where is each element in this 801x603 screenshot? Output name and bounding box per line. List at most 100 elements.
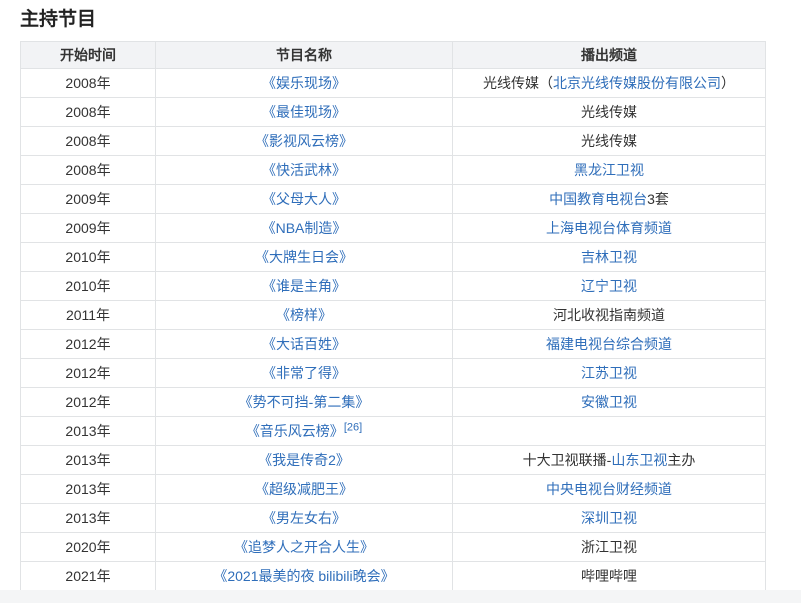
year-cell: 2010年: [21, 272, 156, 301]
program-cell: 《男左女右》: [156, 504, 453, 533]
channel-cell: 上海电视台体育频道: [453, 214, 766, 243]
column-header-start-time: 开始时间: [21, 42, 156, 69]
program-link[interactable]: 《音乐风云榜》: [246, 423, 344, 439]
channel-link[interactable]: 吉林卫视: [581, 249, 637, 265]
year-cell: 2013年: [21, 475, 156, 504]
program-cell: 《榜样》: [156, 301, 453, 330]
table-row: 2011年《榜样》河北收视指南频道: [21, 301, 766, 330]
program-cell: 《谁是主角》: [156, 272, 453, 301]
channel-link[interactable]: 中国教育电视台: [549, 191, 647, 207]
program-link[interactable]: 《NBA制造》: [262, 220, 347, 236]
channel-cell: 中国教育电视台3套: [453, 185, 766, 214]
table-row: 2009年《父母大人》中国教育电视台3套: [21, 185, 766, 214]
program-link[interactable]: 《快活武林》: [262, 162, 346, 178]
program-link[interactable]: 《追梦人之开合人生》: [234, 539, 374, 555]
channel-link[interactable]: 辽宁卫视: [581, 278, 637, 294]
channel-link[interactable]: 福建电视台综合频道: [546, 336, 672, 352]
year-cell: 2013年: [21, 417, 156, 446]
year-cell: 2008年: [21, 98, 156, 127]
program-cell: 《2021最美的夜 bilibili晚会》: [156, 562, 453, 591]
channel-cell: 黑龙江卫视: [453, 156, 766, 185]
program-cell: 《父母大人》: [156, 185, 453, 214]
channel-text: 光线传媒: [581, 104, 637, 120]
program-link[interactable]: [26]: [344, 421, 362, 433]
channel-link[interactable]: 深圳卫视: [581, 510, 637, 526]
program-cell: 《快活武林》: [156, 156, 453, 185]
program-link[interactable]: 《超级减肥王》: [255, 481, 353, 497]
table-row: 2012年 《大话百姓》 福建电视台综合频道: [21, 330, 766, 359]
content-area: 主持节目 开始时间 节目名称 播出频道 2008年 《娱乐现场》 光线传媒（北京光线…: [0, 9, 801, 591]
channel-cell: 深圳卫视: [453, 504, 766, 533]
channel-cell: 吉林卫视: [453, 243, 766, 272]
program-cell: 《追梦人之开合人生》: [156, 533, 453, 562]
channel-link[interactable]: 上海电视台体育频道: [546, 220, 672, 236]
program-link[interactable]: 《2021最美的夜 bilibili晚会》: [213, 568, 394, 584]
program-link[interactable]: 《势不可挡-第二集》: [239, 394, 370, 410]
channel-link[interactable]: 山东卫视: [611, 452, 667, 468]
channel-cell: 辽宁卫视: [453, 272, 766, 301]
table-row: 2013年 《我是传奇2》 十大卫视联播-山东卫视主办: [21, 446, 766, 475]
program-cell: 《NBA制造》: [156, 214, 453, 243]
reference-marker: [26]: [344, 421, 362, 433]
program-cell: 《大话百姓》: [156, 330, 453, 359]
channel-link[interactable]: 北京光线传媒股份有限公司: [553, 75, 721, 91]
program-link[interactable]: 《父母大人》: [262, 191, 346, 207]
program-link[interactable]: 《我是传奇2》: [258, 452, 350, 468]
channel-text: 浙江卫视: [581, 539, 637, 555]
year-cell: 2008年: [21, 69, 156, 98]
program-cell: 《势不可挡-第二集》: [156, 388, 453, 417]
page: 主持节目 开始时间 节目名称 播出频道 2008年 《娱乐现场》 光线传媒（北京光线…: [0, 0, 801, 603]
program-cell: 《娱乐现场》: [156, 69, 453, 98]
year-cell: 2010年: [21, 243, 156, 272]
program-link[interactable]: 《最佳现场》: [262, 104, 346, 120]
table-row: 2012年 《非常了得》 江苏卫视: [21, 359, 766, 388]
table-row: 2009年《NBA制造》上海电视台体育频道: [21, 214, 766, 243]
section-title: 主持节目: [20, 9, 801, 30]
channel-text: 主办: [667, 452, 695, 468]
channel-cell: 光线传媒: [453, 98, 766, 127]
program-link[interactable]: 《影视风云榜》: [255, 133, 353, 149]
program-link[interactable]: 《大牌生日会》: [255, 249, 353, 265]
table-row: 2008年 《影视风云榜》 光线传媒: [21, 127, 766, 156]
channel-text: 河北收视指南频道: [553, 307, 665, 323]
table-row: 2008年 《快活武林》 黑龙江卫视: [21, 156, 766, 185]
program-cell: 《我是传奇2》: [156, 446, 453, 475]
channel-text: ）: [721, 75, 735, 91]
year-cell: 2012年: [21, 330, 156, 359]
channel-text: 十大卫视联播-: [523, 452, 612, 468]
program-link[interactable]: 《大话百姓》: [262, 336, 346, 352]
program-link[interactable]: 《谁是主角》: [262, 278, 346, 294]
channel-link[interactable]: 江苏卫视: [581, 365, 637, 381]
program-cell: 《非常了得》: [156, 359, 453, 388]
channel-cell: 光线传媒: [453, 127, 766, 156]
year-cell: 2013年: [21, 504, 156, 533]
program-link[interactable]: 《非常了得》: [262, 365, 346, 381]
channel-link[interactable]: 安徽卫视: [581, 394, 637, 410]
year-cell: 2008年: [21, 156, 156, 185]
bottom-strip: [0, 590, 801, 603]
channel-cell: 江苏卫视: [453, 359, 766, 388]
year-cell: 2013年: [21, 446, 156, 475]
year-cell: 2012年: [21, 359, 156, 388]
program-link[interactable]: 《男左女右》: [262, 510, 346, 526]
year-cell: 2012年: [21, 388, 156, 417]
channel-cell: 十大卫视联播-山东卫视主办: [453, 446, 766, 475]
channel-text: 光线传媒（: [483, 75, 553, 91]
program-cell: 《超级减肥王》: [156, 475, 453, 504]
table-body: 2008年《娱乐现场》光线传媒（北京光线传媒股份有限公司）2008年《最佳现场》…: [21, 69, 766, 591]
table-row: 2020年《追梦人之开合人生》浙江卫视: [21, 533, 766, 562]
column-header-broadcast-channel: 播出频道: [453, 42, 766, 69]
table-row: 2012年 《势不可挡-第二集》 安徽卫视: [21, 388, 766, 417]
table-row: 2010年 《大牌生日会》 吉林卫视: [21, 243, 766, 272]
programs-table: 开始时间 节目名称 播出频道 2008年 《娱乐现场》 光线传媒（北京光线传媒股份有…: [20, 41, 766, 591]
table-row: 2013年 《超级减肥王》 中央电视台财经频道: [21, 475, 766, 504]
channel-link[interactable]: 中央电视台财经频道: [546, 481, 672, 497]
table-row: 2010年 《谁是主角》 辽宁卫视: [21, 272, 766, 301]
program-link[interactable]: 《娱乐现场》: [262, 75, 346, 91]
channel-link[interactable]: 黑龙江卫视: [574, 162, 644, 178]
channel-cell: 光线传媒（北京光线传媒股份有限公司）: [453, 69, 766, 98]
column-header-program-name: 节目名称: [156, 42, 453, 69]
year-cell: 2008年: [21, 127, 156, 156]
year-cell: 2021年: [21, 562, 156, 591]
program-link[interactable]: 《榜样》: [276, 307, 332, 323]
